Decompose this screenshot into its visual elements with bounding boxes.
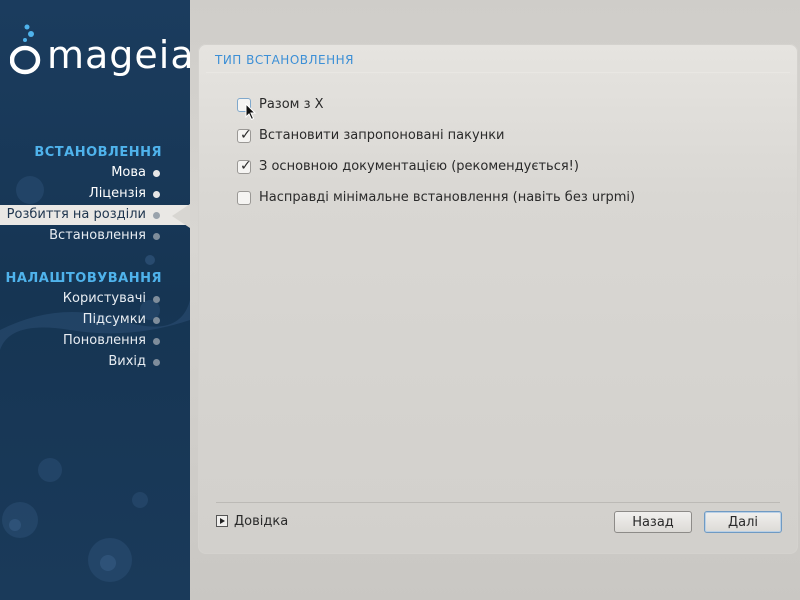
sidebar-item-label: Підсумки — [82, 312, 146, 327]
sidebar-item-label: Поновлення — [63, 333, 146, 348]
mageia-logo: mageia — [10, 22, 190, 78]
sidebar-item-exit: Вихід — [0, 352, 190, 372]
footer-divider — [216, 502, 780, 503]
sidebar-item-label: Встановлення — [49, 228, 146, 243]
sidebar-item-users: Користувачі — [0, 289, 190, 309]
current-step-pointer — [172, 204, 190, 228]
step-current-dot — [153, 212, 160, 219]
install-type-panel: ТИП ВСТАНОВЛЕННЯ Разом з X ✓ Встановити … — [198, 44, 798, 554]
sidebar-item-label: Вихід — [108, 354, 146, 369]
sidebar-item-updates: Поновлення — [0, 331, 190, 351]
checkmark-icon: ✓ — [240, 158, 252, 174]
sidebar-item-label: Мова — [111, 165, 146, 180]
sidebar-item-label: Ліцензія — [88, 186, 146, 201]
brand-name: mageia — [47, 33, 190, 77]
mouse-cursor-icon — [245, 103, 257, 121]
sidebar-item-license: Ліцензія — [0, 184, 190, 204]
step-done-dot — [153, 170, 160, 177]
step-todo-dot — [153, 296, 160, 303]
sidebar-item-summary: Підсумки — [0, 310, 190, 330]
help-label[interactable]: Довідка — [234, 514, 288, 529]
checkbox-suggested-packages[interactable]: ✓ — [237, 127, 252, 143]
sidebar-item-label: Розбиття на розділи — [6, 207, 146, 222]
checkbox-minimal-install[interactable] — [237, 191, 251, 205]
sidebar-item-language: Мова — [0, 163, 190, 183]
title-divider — [206, 72, 790, 73]
mageia-cauldron-icon — [10, 24, 41, 75]
option-label: Встановити запропоновані пакунки — [259, 128, 505, 143]
sidebar-item-label: Користувачі — [62, 291, 146, 306]
step-todo-dot — [153, 317, 160, 324]
step-todo-dot — [153, 359, 160, 366]
page-title: ТИП ВСТАНОВЛЕННЯ — [215, 53, 354, 67]
expander-arrow-icon[interactable] — [216, 515, 228, 527]
step-todo-dot — [153, 338, 160, 345]
step-todo-dot — [153, 233, 160, 240]
sidebar-heading-install: ВСТАНОВЛЕННЯ — [34, 145, 162, 160]
checkmark-icon: ✓ — [240, 127, 252, 143]
option-label: Насправді мінімальне встановлення (навіт… — [259, 190, 636, 205]
sidebar-heading-configuration: НАЛАШТОВУВАННЯ — [5, 271, 162, 286]
sidebar-item-partitioning: Розбиття на розділи — [0, 205, 190, 225]
step-done-dot — [153, 191, 160, 198]
checkbox-base-docs[interactable]: ✓ — [237, 158, 252, 174]
back-button[interactable]: Назад — [614, 511, 692, 533]
sidebar: mageia ВСТАНОВЛЕННЯ Мова Ліцензія Розбит… — [0, 0, 190, 600]
next-button[interactable]: Далі — [704, 511, 782, 533]
option-label: З основною документацією (рекомендується… — [259, 159, 579, 174]
sidebar-item-installation: Встановлення — [0, 226, 190, 246]
option-label: Разом з X — [259, 97, 324, 112]
